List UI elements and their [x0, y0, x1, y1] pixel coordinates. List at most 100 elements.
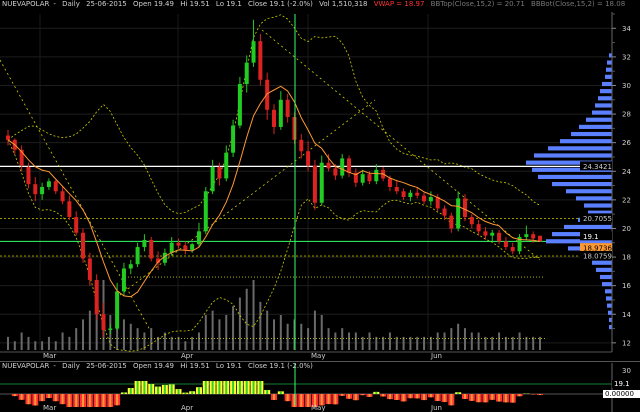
osc-bar-inner	[511, 394, 514, 403]
trend-line	[0, 59, 151, 331]
osc-bar-inner	[463, 394, 466, 399]
y-tick-label: 24	[622, 168, 631, 176]
osc-bar-inner	[361, 394, 364, 396]
osc-close-tag: 19.1	[614, 380, 630, 388]
osc-bar-inner	[211, 381, 214, 394]
osc-bar-inner	[423, 394, 426, 401]
candle-body	[115, 291, 120, 329]
osc-x-label: Mar	[43, 404, 56, 412]
candle-body	[196, 231, 201, 245]
volume-bar	[498, 332, 501, 350]
osc-bar-inner	[13, 394, 16, 397]
volume-profile-bar	[534, 153, 612, 158]
y-axis: 12 14 16 18 20 22 24 26 28 30 32 34	[611, 12, 631, 352]
candle-body	[40, 187, 45, 195]
close-tag: 19.1	[583, 233, 599, 241]
candle-body	[449, 215, 454, 229]
osc-bar-inner	[375, 391, 378, 394]
osc-bar-inner	[197, 387, 200, 394]
volume-bar	[129, 323, 132, 350]
osc-bar-inner	[232, 381, 235, 394]
candle-body	[278, 99, 283, 127]
candle-body	[258, 41, 263, 80]
volume-bar	[279, 315, 282, 350]
osc-bar-inner	[395, 394, 398, 400]
volume-profile-bar	[605, 289, 612, 294]
osc-bar-inner	[170, 384, 173, 394]
price-chart[interactable]: 12 14 16 18 20 22 24 26 28 30 32 34 Mar Apr May Jun 24…	[0, 0, 640, 360]
candle-body	[81, 232, 86, 259]
volume-bar	[7, 336, 9, 350]
osc-bar-inner	[204, 381, 207, 394]
volume-profile-bar	[602, 282, 612, 287]
candle-body	[244, 62, 249, 85]
volume-profile-bar	[592, 260, 612, 265]
candle-body	[490, 232, 495, 236]
x-axis: Mar Apr May Jun	[0, 351, 612, 360]
osc-bar-inner	[47, 394, 50, 399]
osc-bar-inner	[116, 394, 119, 406]
volume-profile-bar	[600, 89, 612, 94]
chart-header: NUEVAPOLAR - Daily 25-06-2015 Open 19.49 …	[2, 0, 626, 8]
volume-profile-bar	[564, 224, 612, 230]
volume-bar	[307, 328, 310, 350]
candle-body	[408, 192, 413, 198]
osc-bar-inner	[504, 394, 507, 403]
x-tick-label: May	[311, 352, 325, 360]
candle-body	[326, 162, 331, 169]
volume-bar	[511, 336, 514, 350]
bb-top-tag: 20.7055	[583, 215, 612, 223]
volume-bar	[334, 332, 337, 350]
candle-body	[135, 247, 140, 265]
volume-bar	[252, 280, 255, 350]
osc-bar-inner	[252, 381, 255, 394]
y-tick-label: 22	[622, 196, 631, 204]
candle-body	[67, 201, 72, 218]
candle-body	[251, 41, 256, 63]
volume-profile-bar	[596, 267, 612, 272]
header-high: Hi 19.51	[180, 0, 210, 8]
candle-body	[483, 231, 488, 236]
bollinger-bands	[7, 14, 541, 352]
osc-bar-inner	[218, 381, 221, 394]
y-tick-label: 32	[622, 53, 631, 61]
volume-bar	[61, 332, 64, 350]
osc-bar-inner	[150, 384, 153, 394]
volume-profile-bar	[566, 189, 612, 194]
osc-bar-inner	[484, 394, 487, 403]
candle-body	[292, 116, 297, 140]
candle-body	[108, 328, 113, 330]
osc-bar-inner	[348, 394, 351, 399]
volume-bar	[54, 341, 57, 350]
candle-body	[26, 166, 31, 185]
volume-bar	[218, 319, 221, 350]
osc-x-label: May	[311, 404, 325, 412]
candle-body	[503, 241, 508, 248]
volume-bar	[300, 323, 303, 350]
osc-bar-inner	[122, 392, 125, 394]
volume-profile-bar	[605, 74, 612, 79]
volume-bar	[232, 306, 235, 350]
volume-profile-bar	[592, 110, 612, 115]
osc-bar-inner	[388, 394, 391, 400]
header-low: Lo 19.1	[215, 0, 242, 8]
osc-bar-inner	[286, 394, 289, 402]
osc-bar-inner	[341, 394, 344, 396]
volume-bar	[273, 319, 275, 350]
volume-profile-bar	[600, 274, 612, 280]
osc-bar-inner	[382, 394, 385, 397]
candle-body	[442, 208, 447, 216]
header-open: Open 19.49	[133, 0, 174, 8]
candle-body	[265, 79, 270, 110]
header-close: Close 19.1 (-2.0%)	[248, 0, 313, 8]
candle-body	[531, 234, 536, 239]
volume-bar	[20, 332, 23, 350]
candle-body	[422, 195, 427, 202]
volume-bar	[368, 332, 371, 350]
osc-bar-inner	[402, 394, 405, 402]
candle-body	[340, 158, 345, 176]
osc-bar-inner	[143, 381, 146, 394]
candle-body	[94, 279, 99, 315]
candle-body	[46, 181, 51, 188]
volume-bar	[348, 332, 351, 350]
